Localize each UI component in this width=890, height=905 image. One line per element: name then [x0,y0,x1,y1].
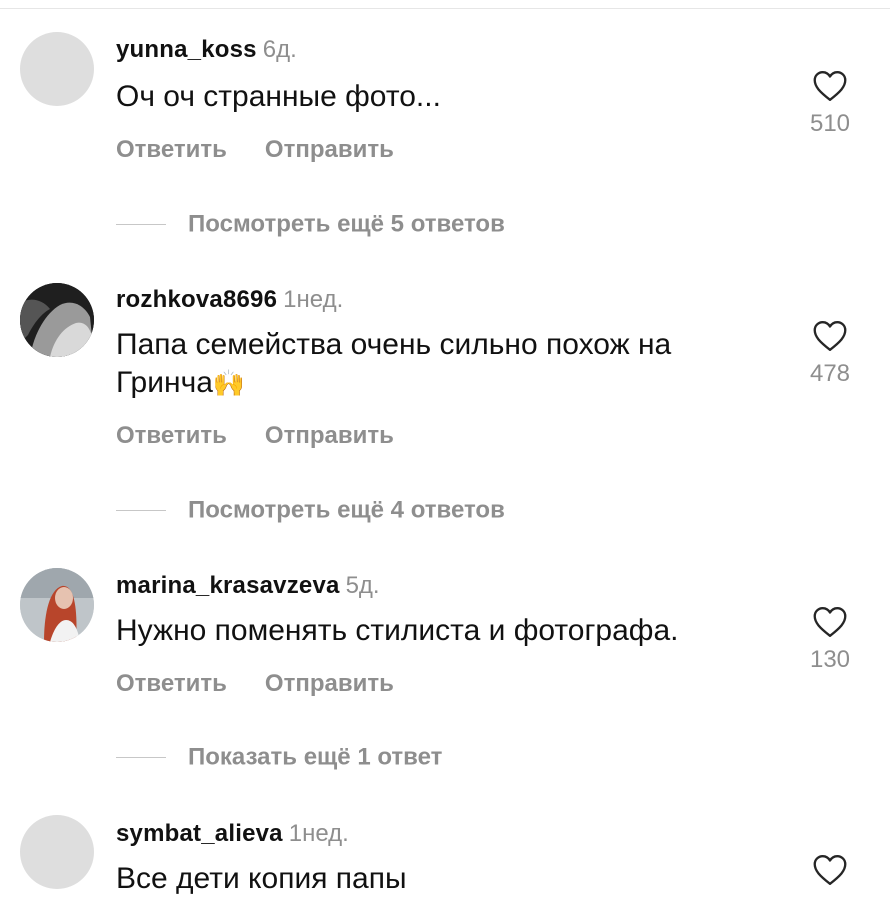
send-button[interactable]: Отправить [265,670,394,697]
send-button[interactable]: Отправить [265,136,394,163]
timestamp: 5д. [345,572,380,599]
avatar-photo [20,283,94,357]
username[interactable]: marina_krasavzeva [116,572,340,599]
comment-actions: Ответить Отправить [116,670,394,698]
username[interactable]: symbat_alieva [116,820,283,847]
avatar[interactable] [20,568,94,642]
like-control: 130 [800,606,860,674]
like-count: 510 [809,110,851,137]
comment-actions: Ответить Отправить [116,136,394,164]
heart-icon[interactable] [812,320,848,352]
like-count: 130 [809,646,851,673]
username[interactable]: yunna_koss [116,36,257,63]
username[interactable]: rozhkova8696 [116,286,277,313]
like-control: 510 [800,70,860,138]
comment-text-line: Гринча [116,366,213,399]
avatar-photo [20,568,94,642]
view-replies-label[interactable]: Показать ещё 1 ответ [188,744,442,771]
reply-button[interactable]: Ответить [116,670,227,697]
reply-button[interactable]: Ответить [116,136,227,163]
comment-meta: yunna_koss 6д. [116,36,297,64]
comment-actions: Ответить Отправить [116,422,394,450]
avatar[interactable] [20,815,94,889]
timestamp: 1нед. [288,820,349,847]
send-button[interactable]: Отправить [265,422,394,449]
heart-icon[interactable] [812,606,848,638]
avatar[interactable] [20,32,94,106]
view-replies[interactable]: Посмотреть ещё 4 ответов [116,496,505,525]
reply-button[interactable]: Ответить [116,422,227,449]
comment-meta: rozhkova8696 1нед. [116,286,343,314]
timestamp: 6д. [262,36,297,63]
replies-divider [116,757,166,759]
comment-text: Все дети копия папы [116,862,407,895]
view-replies-label[interactable]: Посмотреть ещё 4 ответов [188,497,505,524]
raised-hands-emoji: 🙌 [212,369,246,399]
replies-divider [116,510,166,512]
heart-icon[interactable] [812,854,848,886]
replies-divider [116,224,166,226]
comment-text: Папа семейства очень сильно похож на Гри… [116,326,776,403]
comment-text: Нужно поменять стилиста и фотографа. [116,614,679,647]
like-control [800,854,860,886]
view-replies-label[interactable]: Посмотреть ещё 5 ответов [188,211,505,238]
avatar[interactable] [20,283,94,357]
top-divider [0,8,890,9]
like-control: 478 [800,320,860,388]
heart-icon[interactable] [812,70,848,102]
like-count: 478 [809,360,851,387]
comment-text: Оч оч странные фото... [116,80,441,113]
timestamp: 1нед. [283,286,344,313]
comment-meta: marina_krasavzeva 5д. [116,572,380,600]
comment-text-line: Папа семейства очень сильно похож на [116,328,672,361]
view-replies[interactable]: Посмотреть ещё 5 ответов [116,210,505,239]
view-replies[interactable]: Показать ещё 1 ответ [116,743,442,772]
comment-meta: symbat_alieva 1нед. [116,820,349,848]
